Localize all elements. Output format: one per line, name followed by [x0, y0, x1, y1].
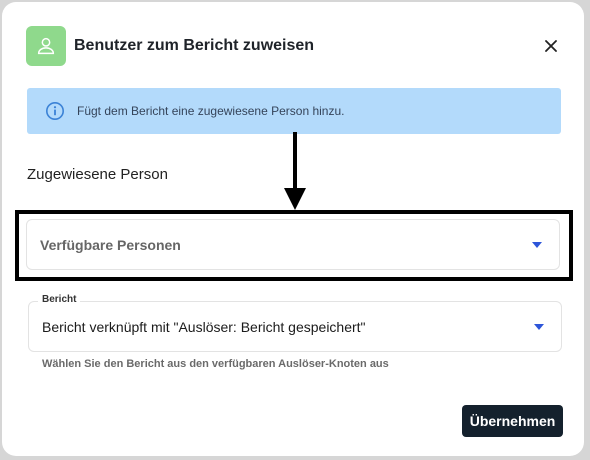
close-button[interactable] [540, 35, 562, 57]
info-text: Fügt dem Bericht eine zugewiesene Person… [77, 104, 345, 118]
report-helper-text: Wählen Sie den Bericht aus den verfügbar… [42, 358, 389, 370]
report-select-value: Bericht verknüpft mit "Auslöser: Bericht… [42, 318, 366, 335]
annotation-arrow [284, 132, 306, 210]
report-select-label: Bericht [38, 294, 81, 306]
section-title: Zugewiesene Person [27, 166, 168, 183]
info-icon [46, 102, 64, 120]
user-avatar-badge [26, 26, 66, 66]
user-icon [37, 37, 55, 55]
dialog-header: Benutzer zum Bericht zuweisen [26, 26, 560, 66]
apply-button[interactable]: Übernehmen [462, 405, 563, 437]
annotation-highlight-box [15, 210, 573, 281]
info-banner: Fügt dem Bericht eine zugewiesene Person… [27, 88, 561, 134]
chevron-down-icon [534, 324, 544, 330]
close-icon [545, 40, 557, 52]
report-select[interactable]: Bericht verknüpft mit "Auslöser: Bericht… [28, 301, 562, 352]
dialog-title: Benutzer zum Bericht zuweisen [74, 37, 315, 54]
